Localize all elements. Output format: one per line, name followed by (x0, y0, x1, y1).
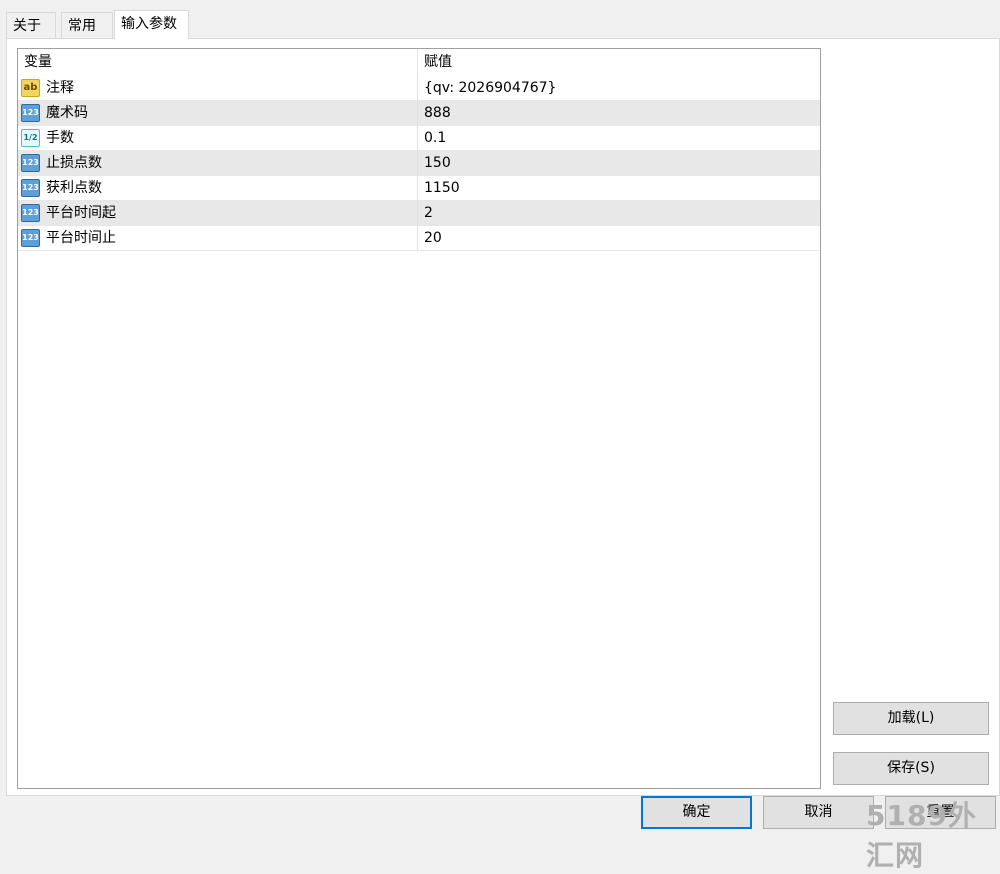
table-row[interactable]: 123 获利点数 1150 (18, 176, 820, 201)
save-button[interactable]: 保存(S) (833, 752, 989, 785)
parameter-name-text: 手数 (46, 130, 74, 146)
table-row[interactable]: 123 止损点数 150 (18, 151, 820, 176)
load-button[interactable]: 加载(L) (833, 702, 989, 735)
parameters-grid[interactable]: 变量 赋值 ab 注释 {qv: 2026904767} 123 魔术码 888… (17, 48, 821, 789)
parameter-value[interactable]: 150 (418, 151, 818, 175)
parameter-name-text: 平台时间起 (46, 205, 116, 221)
parameter-value[interactable]: 2 (418, 201, 818, 225)
parameter-name-text: 魔术码 (46, 105, 88, 121)
integer-type-icon: 123 (21, 179, 40, 197)
parameter-value[interactable]: 888 (418, 101, 818, 125)
table-row[interactable]: 123 平台时间止 20 (18, 226, 820, 251)
column-header-variable[interactable]: 变量 (18, 49, 418, 76)
parameter-value[interactable]: 20 (418, 226, 818, 250)
tab-about[interactable]: 关于 (6, 12, 56, 38)
parameter-name: 123 获利点数 (18, 176, 418, 200)
parameter-value[interactable]: 0.1 (418, 126, 818, 150)
ok-button[interactable]: 确定 (641, 796, 752, 829)
tab-common[interactable]: 常用 (61, 12, 113, 38)
integer-type-icon: 123 (21, 154, 40, 172)
integer-type-icon: 123 (21, 229, 40, 247)
double-type-icon: 1/2 (21, 129, 40, 147)
parameter-name-text: 平台时间止 (46, 230, 116, 246)
table-row[interactable]: 123 平台时间起 2 (18, 201, 820, 226)
integer-type-icon: 123 (21, 204, 40, 222)
column-header-value[interactable]: 赋值 (418, 49, 818, 76)
parameter-name: ab 注释 (18, 76, 418, 100)
parameter-name: 123 魔术码 (18, 101, 418, 125)
grid-header: 变量 赋值 (18, 49, 820, 76)
table-row[interactable]: 1/2 手数 0.1 (18, 126, 820, 151)
parameter-name-text: 止损点数 (46, 155, 102, 171)
tab-input-parameters[interactable]: 输入参数 (114, 10, 189, 39)
parameter-name-text: 注释 (46, 80, 74, 96)
parameter-name: 123 平台时间止 (18, 226, 418, 250)
parameter-value[interactable]: 1150 (418, 176, 818, 200)
parameter-name: 123 平台时间起 (18, 201, 418, 225)
parameter-name: 123 止损点数 (18, 151, 418, 175)
string-type-icon: ab (21, 79, 40, 97)
parameter-value[interactable]: {qv: 2026904767} (418, 76, 818, 100)
parameter-name-text: 获利点数 (46, 180, 102, 196)
watermark-logo: 5189外汇网 (866, 799, 977, 872)
table-row[interactable]: 123 魔术码 888 (18, 101, 820, 126)
parameter-name: 1/2 手数 (18, 126, 418, 150)
tab-bar: 关于 常用 输入参数 (0, 0, 1000, 39)
cancel-button[interactable]: 取消 (763, 796, 874, 829)
integer-type-icon: 123 (21, 104, 40, 122)
table-row[interactable]: ab 注释 {qv: 2026904767} (18, 76, 820, 101)
